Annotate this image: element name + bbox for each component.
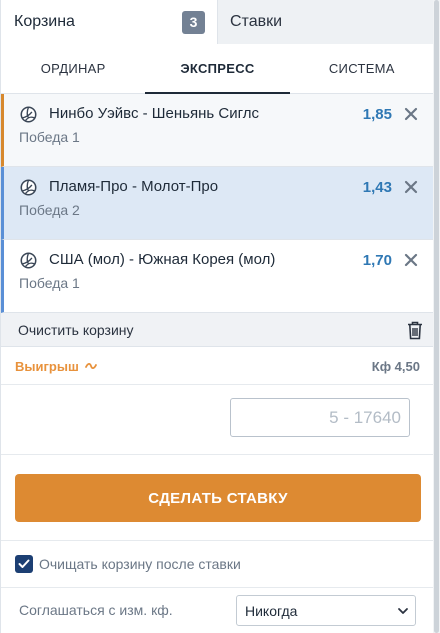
bet-outcome: Победа 2 [19, 202, 80, 218]
bet-outcome: Победа 1 [19, 275, 80, 291]
tab-bets-label: Ставки [230, 13, 283, 30]
tab-single[interactable]: ОРДИНАР [1, 44, 145, 93]
bet-item: США (мол) - Южная Корея (мол) Победа 1 1… [1, 240, 434, 313]
tilde-icon [84, 362, 97, 370]
clear-cart-row[interactable]: Очистить корзину [1, 313, 434, 347]
top-tabs: Корзина 3 Ставки [1, 0, 434, 44]
tab-system-label: СИСТЕМА [328, 61, 395, 76]
bet-odds: 1,70 [362, 252, 392, 269]
bet-odds: 1,85 [362, 106, 392, 123]
tab-single-label: ОРДИНАР [40, 61, 106, 76]
clear-after-bet-checkbox[interactable] [15, 555, 33, 573]
divider [1, 454, 434, 455]
cart-count-badge: 3 [182, 10, 205, 34]
stake-amount-input[interactable] [230, 398, 410, 437]
volleyball-icon [20, 252, 37, 269]
close-icon[interactable] [404, 105, 418, 123]
accept-odds-change-select[interactable]: Никогда [236, 595, 416, 626]
tab-bets[interactable]: Ставки [217, 0, 434, 44]
close-icon[interactable] [404, 178, 418, 196]
total-coefficient: Кф 4,50 [371, 358, 420, 374]
trash-icon[interactable] [407, 321, 423, 340]
win-toggle[interactable]: Выигрыш [15, 359, 97, 374]
bet-outcome: Победа 1 [19, 129, 80, 145]
bet-slip-panel: Корзина 3 Ставки ОРДИНАР ЭКСПРЕСС СИСТЕМ… [0, 0, 434, 633]
checkmark-icon [18, 559, 30, 568]
tab-express-label: ЭКСПРЕСС [180, 61, 255, 76]
accept-odds-change-value: Никогда [245, 602, 298, 619]
make-bet-button[interactable]: СДЕЛАТЬ СТАВКУ [15, 474, 421, 522]
volleyball-icon [20, 106, 37, 123]
bet-odds: 1,43 [362, 179, 392, 196]
bet-type-tabs: ОРДИНАР ЭКСПРЕСС СИСТЕМА [1, 44, 434, 94]
bet-event-name: Нинбо Уэйвс - Шеньянь Сиглс [49, 105, 259, 122]
tab-system[interactable]: СИСТЕМА [290, 44, 434, 93]
divider [1, 540, 434, 541]
close-icon[interactable] [404, 251, 418, 269]
tab-cart[interactable]: Корзина 3 [1, 0, 217, 44]
chevron-down-icon [398, 608, 408, 614]
tab-cart-label: Корзина [14, 13, 75, 30]
accept-odds-change-label: Соглашаться с изм. кф. [19, 602, 173, 618]
scrollbar-thumb[interactable] [434, 0, 439, 633]
bet-item: Нинбо Уэйвс - Шеньянь Сиглс Победа 1 1,8… [1, 94, 434, 167]
win-row: Выигрыш Кф 4,50 [1, 348, 434, 385]
bet-event-name: США (мол) - Южная Корея (мол) [49, 251, 276, 268]
bet-item: Пламя-Про - Молот-Про Победа 2 1,43 [1, 167, 434, 240]
volleyball-icon [20, 179, 37, 196]
accept-odds-change-row: Соглашаться с изм. кф. Никогда [1, 588, 434, 633]
clear-after-bet-label: Очищать корзину после ставки [39, 556, 241, 572]
win-label: Выигрыш [15, 358, 79, 374]
clear-after-bet-option[interactable]: Очищать корзину после ставки [15, 555, 241, 573]
tab-express[interactable]: ЭКСПРЕСС [145, 44, 290, 94]
bet-event-name: Пламя-Про - Молот-Про [49, 178, 219, 195]
clear-cart-label: Очистить корзину [18, 321, 134, 338]
scrollbar[interactable] [433, 0, 440, 633]
